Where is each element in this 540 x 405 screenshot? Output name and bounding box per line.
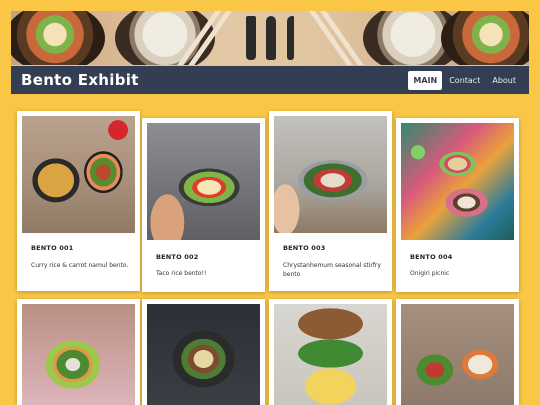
bento-card[interactable] xyxy=(142,299,265,405)
bento-card[interactable] xyxy=(396,299,519,405)
bento-card[interactable]: BENTO 001 Curry rice & carrot namul bent… xyxy=(17,111,140,291)
bento-photo[interactable] xyxy=(22,304,135,405)
bento-photo[interactable] xyxy=(22,116,135,233)
bento-description: Curry rice & carrot namul bento. xyxy=(31,262,129,269)
bento-title: BENTO 001 xyxy=(31,244,74,252)
bento-title: BENTO 003 xyxy=(283,244,326,252)
bento-photo[interactable] xyxy=(401,304,514,405)
bento-card[interactable]: BENTO 004 Onigiri picnic xyxy=(396,118,519,292)
bento-photo[interactable] xyxy=(147,304,260,405)
bento-description: Onigiri picnic xyxy=(410,270,450,277)
bento-card[interactable]: BENTO 003 Chrystanhemum seasonal stirfry… xyxy=(269,111,392,291)
bento-photo[interactable] xyxy=(147,123,260,240)
bento-card[interactable] xyxy=(17,299,140,405)
bento-gallery: BENTO 001 Curry rice & carrot namul bent… xyxy=(0,0,540,405)
bento-photo[interactable] xyxy=(274,304,387,405)
bento-card[interactable]: BENTO 002 Taco rice bento!! xyxy=(142,118,265,292)
bento-photo[interactable] xyxy=(401,123,514,240)
bento-card[interactable] xyxy=(269,299,392,405)
bento-photo[interactable] xyxy=(274,116,387,233)
bento-title: BENTO 004 xyxy=(410,253,453,261)
bento-description: Taco rice bento!! xyxy=(156,270,207,277)
bento-description: Chrystanhemum seasonal stirfry bento xyxy=(283,262,381,278)
bento-title: BENTO 002 xyxy=(156,253,199,261)
